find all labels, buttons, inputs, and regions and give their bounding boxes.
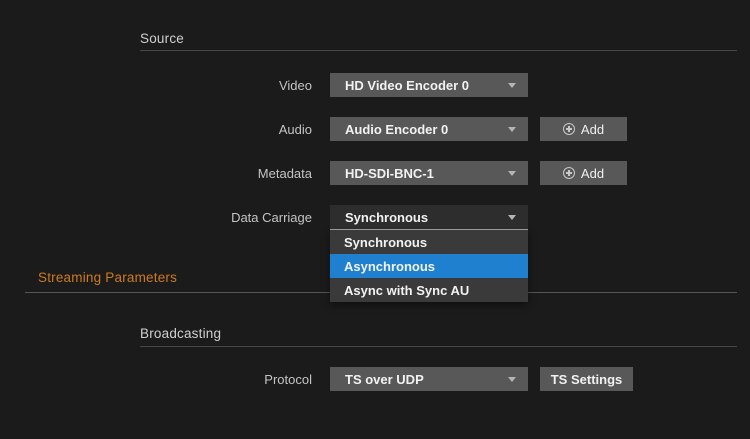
section-title-streaming-parameters: Streaming Parameters xyxy=(38,270,177,285)
protocol-label: Protocol xyxy=(110,367,312,391)
video-label: Video xyxy=(110,73,312,97)
video-select-value: HD Video Encoder 0 xyxy=(345,78,469,93)
ts-settings-button[interactable]: TS Settings xyxy=(540,367,633,391)
add-icon xyxy=(563,167,575,179)
chevron-down-icon xyxy=(508,83,516,88)
menu-item-asynchronous[interactable]: Asynchronous xyxy=(330,254,528,278)
metadata-add-label: Add xyxy=(581,166,604,181)
menu-item-async-with-sync-au[interactable]: Async with Sync AU xyxy=(330,278,528,302)
data-carriage-menu: Synchronous Asynchronous Async with Sync… xyxy=(330,229,528,302)
section-title-source: Source xyxy=(140,31,184,46)
protocol-select-value: TS over UDP xyxy=(345,372,424,387)
settings-panel: Source Video HD Video Encoder 0 Audio Au… xyxy=(0,0,750,439)
source-divider xyxy=(140,50,737,51)
audio-select[interactable]: Audio Encoder 0 xyxy=(330,117,528,141)
chevron-down-icon xyxy=(508,127,516,132)
ts-settings-label: TS Settings xyxy=(551,372,623,387)
video-select[interactable]: HD Video Encoder 0 xyxy=(330,73,528,97)
data-carriage-label: Data Carriage xyxy=(110,205,312,229)
audio-select-value: Audio Encoder 0 xyxy=(345,122,448,137)
add-icon xyxy=(563,123,575,135)
metadata-select[interactable]: HD-SDI-BNC-1 xyxy=(330,161,528,185)
chevron-down-icon xyxy=(508,377,516,382)
metadata-label: Metadata xyxy=(110,161,312,185)
audio-add-label: Add xyxy=(581,122,604,137)
metadata-select-value: HD-SDI-BNC-1 xyxy=(345,166,434,181)
menu-item-synchronous[interactable]: Synchronous xyxy=(330,230,528,254)
data-carriage-select[interactable]: Synchronous xyxy=(330,205,528,229)
audio-label: Audio xyxy=(110,117,312,141)
data-carriage-select-value: Synchronous xyxy=(345,210,428,225)
audio-add-button[interactable]: Add xyxy=(540,117,627,141)
chevron-down-icon xyxy=(508,171,516,176)
section-title-broadcasting: Broadcasting xyxy=(140,326,221,341)
chevron-down-icon xyxy=(508,215,516,220)
metadata-add-button[interactable]: Add xyxy=(540,161,627,185)
broadcasting-divider xyxy=(140,346,737,347)
protocol-select[interactable]: TS over UDP xyxy=(330,367,528,391)
